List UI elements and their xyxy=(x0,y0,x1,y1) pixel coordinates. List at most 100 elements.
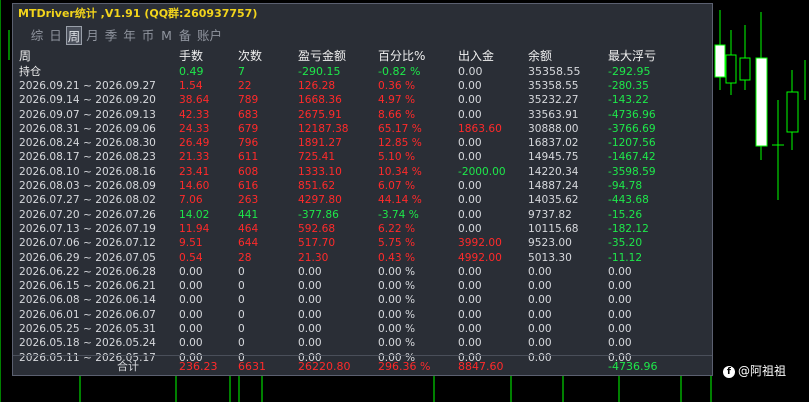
lots-cell: 9.51 xyxy=(179,237,203,250)
profit-cell: 517.70 xyxy=(298,237,336,250)
column-header: 次数 xyxy=(238,49,263,63)
max-drawdown-cell: -4736.96 xyxy=(608,108,656,121)
tab-7[interactable]: M xyxy=(159,26,175,45)
column-header: 百分比% xyxy=(378,49,426,63)
percent-cell: 5.10 % xyxy=(378,151,416,164)
balance-cell: 35358.55 xyxy=(528,80,579,92)
deposit-cell: 0.00 xyxy=(458,323,482,336)
lots-cell: 0.00 xyxy=(179,308,203,321)
table-row: 2026.08.10 ~ 2026.08.16 23.41 608 1333.10 10… xyxy=(13,165,713,179)
balance-cell: 30888.00 xyxy=(528,122,579,135)
period-cell: 2026.05.18 ~ 2026.05.24 xyxy=(19,337,156,350)
lots-cell: 0.00 xyxy=(179,294,203,307)
deposit-cell: 0.00 xyxy=(458,308,482,321)
max-drawdown-cell: -182.12 xyxy=(608,222,649,235)
table-row: 2026.05.18 ~ 2026.05.24 0.00 0 0.00 0.00 % 0.… xyxy=(13,336,713,350)
profit-cell: 1333.10 xyxy=(298,165,342,178)
tab-3[interactable]: 月 xyxy=(85,26,101,45)
balance-cell: 0.00 xyxy=(528,265,552,278)
max-drawdown-cell: 0.00 xyxy=(608,280,632,293)
percent-cell: 44.14 % xyxy=(378,194,422,207)
percent-cell: -0.82 % xyxy=(378,65,421,78)
count-cell: 789 xyxy=(238,94,259,107)
deposit-cell: 0.00 xyxy=(458,65,483,78)
deposit-cell: 0.00 xyxy=(458,194,482,207)
period-cell: 2026.08.10 ~ 2026.08.16 xyxy=(19,165,156,178)
balance-cell: 14945.75 xyxy=(528,151,579,164)
total-deposit-cell: 8847.60 xyxy=(458,360,504,373)
max-drawdown-cell: -280.35 xyxy=(608,80,649,92)
table-row: 2026.07.06 ~ 2026.07.12 9.51 644 517.70 5.75… xyxy=(13,236,713,250)
count-cell: 644 xyxy=(238,237,259,250)
tab-5[interactable]: 年 xyxy=(122,26,138,45)
period-cell: 2026.06.01 ~ 2026.06.07 xyxy=(19,308,156,321)
balance-cell: 16837.02 xyxy=(528,137,579,150)
table-row: 2026.06.15 ~ 2026.06.21 0.00 0 0.00 0.00 % 0.… xyxy=(13,279,713,293)
lots-cell: 0.49 xyxy=(179,65,204,78)
max-drawdown-cell: -11.12 xyxy=(608,251,643,264)
profit-cell: 0.00 xyxy=(298,323,322,336)
percent-cell: 6.22 % xyxy=(378,222,416,235)
profit-cell: 4297.80 xyxy=(298,194,342,207)
balance-cell: 0.00 xyxy=(528,294,552,307)
period-cell: 2026.08.24 ~ 2026.08.30 xyxy=(19,137,156,150)
percent-cell: -3.74 % xyxy=(378,208,419,221)
total-profit-cell: 26220.80 xyxy=(298,360,351,373)
holding-row: 持仓 0.49 7 -290.15 -0.82 % 0.00 35358.55 -292.95 xyxy=(13,64,713,79)
period-tabs: 综日周月季年币 M 备账户 xyxy=(29,26,226,45)
total-percent-cell: 296.36 % xyxy=(378,360,431,373)
profit-cell: 1891.27 xyxy=(298,137,342,150)
period-cell: 2026.08.03 ~ 2026.08.09 xyxy=(19,180,156,193)
profit-cell: 851.62 xyxy=(298,180,336,193)
column-header: 出入金 xyxy=(458,49,495,63)
balance-cell: 35358.55 xyxy=(528,65,581,78)
deposit-cell: 0.00 xyxy=(458,265,482,278)
total-divider xyxy=(13,355,712,356)
percent-cell: 0.00 % xyxy=(378,294,416,307)
lots-cell: 24.33 xyxy=(179,122,210,135)
profit-cell: -290.15 xyxy=(298,65,341,78)
lots-cell: 21.33 xyxy=(179,151,210,164)
period-cell: 2026.08.17 ~ 2026.08.23 xyxy=(19,151,156,164)
tab-6[interactable]: 币 xyxy=(140,26,156,45)
count-cell: 0 xyxy=(238,265,245,278)
table-row: 2026.06.22 ~ 2026.06.28 0.00 0 0.00 0.00 % 0.… xyxy=(13,265,713,279)
profit-cell: 0.00 xyxy=(298,294,322,307)
tab-4[interactable]: 季 xyxy=(103,26,119,45)
count-cell: 0 xyxy=(238,294,245,307)
count-cell: 616 xyxy=(238,180,259,193)
lots-cell: 0.54 xyxy=(179,251,203,264)
count-cell: 611 xyxy=(238,151,259,164)
profit-cell: 1668.36 xyxy=(298,94,342,107)
deposit-cell: 1863.60 xyxy=(458,122,502,135)
tab-8[interactable]: 备 xyxy=(177,26,193,45)
lots-cell: 0.00 xyxy=(179,280,203,293)
period-cell: 2026.07.20 ~ 2026.07.26 xyxy=(19,208,156,221)
tab-9[interactable]: 账户 xyxy=(196,26,224,45)
balance-cell: 33563.91 xyxy=(528,108,579,121)
table-row: 2026.07.13 ~ 2026.07.19 11.94 464 592.68 6.2… xyxy=(13,222,713,236)
count-cell: 7 xyxy=(238,65,245,78)
count-cell: 0 xyxy=(238,323,245,336)
max-drawdown-cell: -1467.42 xyxy=(608,151,656,164)
tab-1[interactable]: 日 xyxy=(48,26,64,45)
lots-cell: 23.41 xyxy=(179,165,210,178)
count-cell: 441 xyxy=(238,208,259,221)
table-row: 2026.05.25 ~ 2026.05.31 0.00 0 0.00 0.00 % 0.… xyxy=(13,322,713,336)
period-cell: 2026.06.22 ~ 2026.06.28 xyxy=(19,265,156,278)
balance-cell: 14220.34 xyxy=(528,165,579,178)
table-row: 2026.08.24 ~ 2026.08.30 26.49 796 1891.27 12… xyxy=(13,136,713,150)
percent-cell: 5.75 % xyxy=(378,237,416,250)
profit-cell: 0.00 xyxy=(298,265,322,278)
tab-2[interactable]: 周 xyxy=(66,26,82,45)
deposit-cell: -2000.00 xyxy=(458,165,506,178)
max-drawdown-cell: 0.00 xyxy=(608,308,632,321)
lots-cell: 14.02 xyxy=(179,208,210,221)
max-drawdown-cell: -1207.56 xyxy=(608,137,656,150)
percent-cell: 0.00 % xyxy=(378,323,416,336)
column-header: 余额 xyxy=(528,49,553,63)
facebook-icon: f xyxy=(723,365,735,378)
lots-cell: 26.49 xyxy=(179,137,210,150)
tab-0[interactable]: 综 xyxy=(29,26,45,45)
max-drawdown-cell: -443.68 xyxy=(608,194,649,207)
